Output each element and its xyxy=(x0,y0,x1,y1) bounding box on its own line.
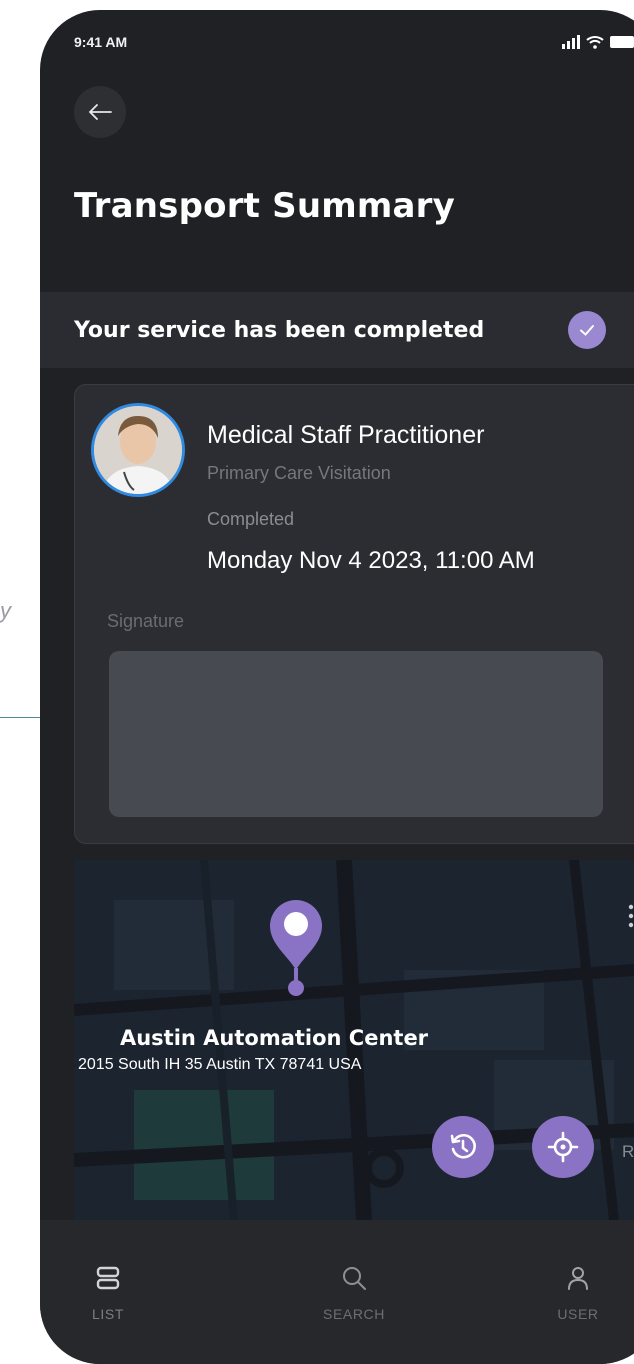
staff-name: Medical Staff Practitioner xyxy=(207,421,485,449)
page-title: Transport Summary xyxy=(74,186,455,226)
phone-screen: 9:41 AM Transport Summary Your service h… xyxy=(40,10,634,1364)
bottom-navigation: LIST SEARCH USER xyxy=(40,1220,634,1364)
back-button[interactable] xyxy=(74,86,126,138)
check-icon xyxy=(568,311,606,349)
completion-message: Your service has been completed xyxy=(74,318,485,343)
nav-label-user: USER xyxy=(557,1306,599,1322)
status-label: Completed xyxy=(207,509,295,529)
completion-banner: Your service has been completed xyxy=(40,292,634,368)
status-bar: 9:41 AM xyxy=(40,10,634,70)
list-icon xyxy=(96,1266,120,1290)
map-street-label: Ra xyxy=(622,1142,634,1161)
more-vertical-icon[interactable] xyxy=(628,904,634,928)
place-address: 2015 South IH 35 Austin TX 78741 USA xyxy=(78,1056,362,1073)
map-view[interactable]: Austin Automation Center 2015 South IH 3… xyxy=(74,860,634,1220)
nav-item-list[interactable]: LIST xyxy=(58,1264,158,1322)
signature-box[interactable] xyxy=(109,651,603,817)
annotation-fragment: y xyxy=(0,598,11,623)
nav-label-list: LIST xyxy=(92,1306,124,1322)
location-pin-icon xyxy=(270,900,322,996)
search-icon xyxy=(343,1267,366,1290)
wifi-icon xyxy=(586,36,604,49)
battery-icon xyxy=(610,36,634,48)
history-button[interactable] xyxy=(432,1116,494,1178)
staff-card[interactable]: Medical Staff Practitioner Primary Care … xyxy=(74,384,634,844)
place-name: Austin Automation Center xyxy=(119,1026,429,1050)
signal-icon xyxy=(562,35,580,49)
completion-date: Monday Nov 4 2023, 11:00 AM xyxy=(207,547,535,574)
arrow-left-icon xyxy=(88,104,112,120)
signature-label: Signature xyxy=(107,611,185,631)
status-time: 9:41 AM xyxy=(74,34,128,50)
nav-item-user[interactable]: USER xyxy=(528,1264,628,1322)
status-icons xyxy=(562,32,634,52)
locate-button[interactable] xyxy=(532,1116,594,1178)
user-icon xyxy=(568,1267,588,1290)
nav-label-search: SEARCH xyxy=(323,1306,385,1322)
history-icon xyxy=(450,1134,476,1159)
nav-item-search[interactable]: SEARCH xyxy=(304,1264,404,1322)
crosshair-icon xyxy=(547,1131,579,1163)
staff-role: Primary Care Visitation xyxy=(207,463,391,483)
avatar xyxy=(91,403,185,497)
